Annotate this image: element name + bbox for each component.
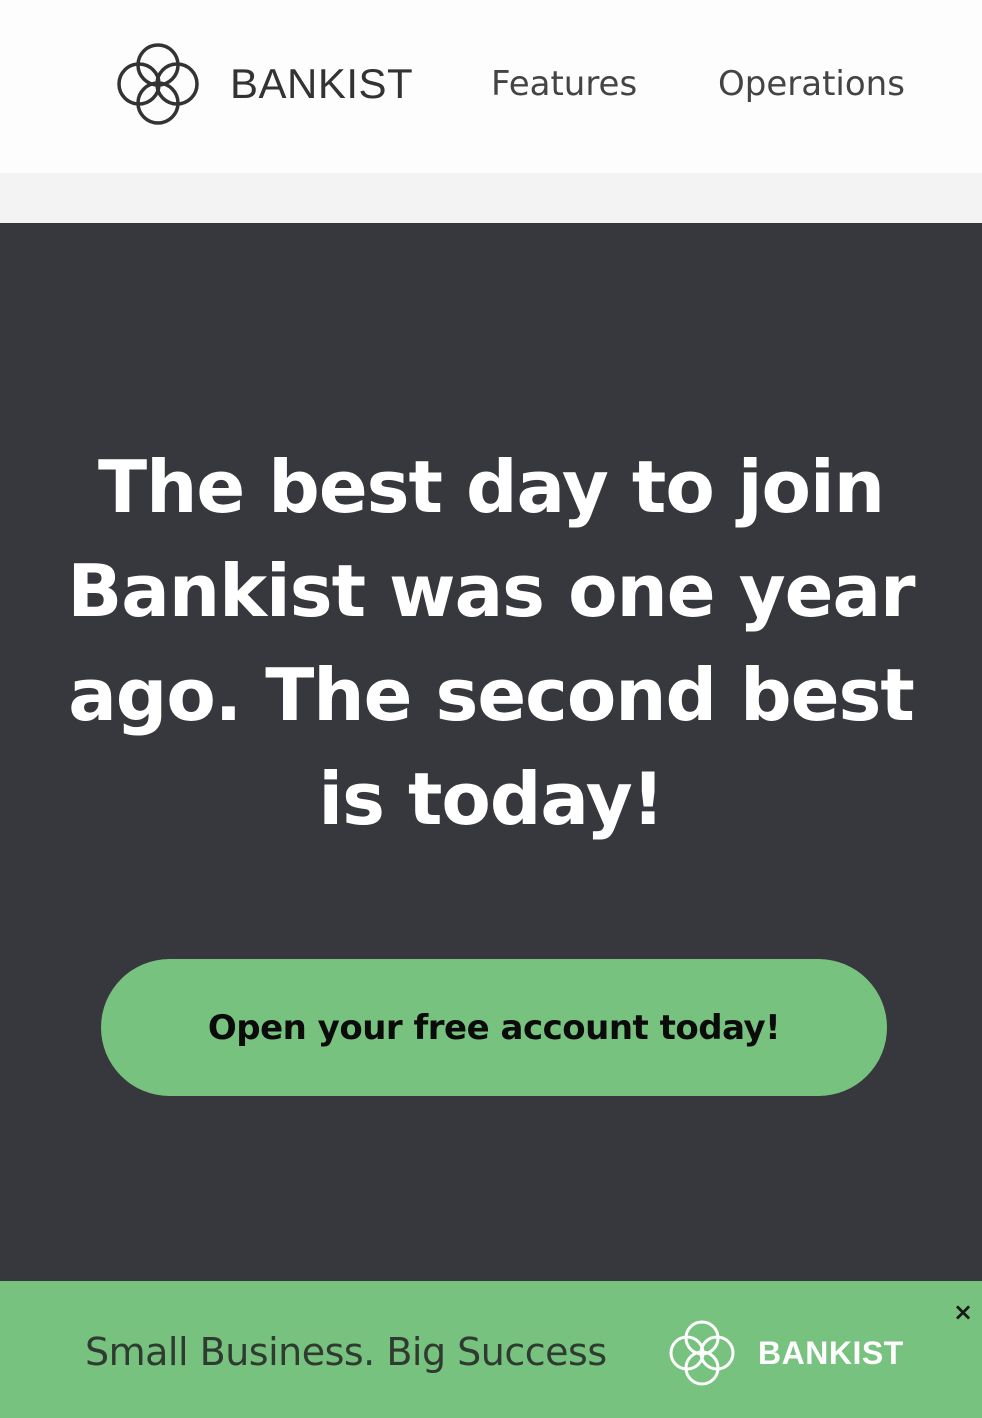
section-divider bbox=[0, 173, 982, 223]
site-header: BANKIST Features Operations bbox=[0, 0, 982, 173]
hero-heading: The best day to join Bankist was one yea… bbox=[67, 445, 915, 841]
brand-name: BANKIST bbox=[230, 60, 414, 107]
cookie-banner: Small Business. Big Success BANKIST × bbox=[0, 1281, 982, 1418]
nav-link-operations[interactable]: Operations bbox=[718, 62, 905, 106]
open-account-button[interactable]: Open your free account today! bbox=[101, 959, 887, 1096]
banner-text: Small Business. Big Success bbox=[85, 1330, 607, 1374]
nav-link-features[interactable]: Features bbox=[491, 62, 637, 106]
bankist-logo-icon bbox=[665, 1316, 739, 1390]
bankist-logo-icon[interactable] bbox=[112, 38, 204, 130]
close-icon[interactable]: × bbox=[950, 1299, 976, 1325]
hero-section: The best day to join Bankist was one yea… bbox=[0, 223, 982, 1281]
banner-brand-name: BANKIST bbox=[758, 1335, 904, 1371]
logo-svg bbox=[117, 43, 199, 125]
banner-logo-svg bbox=[669, 1320, 735, 1386]
